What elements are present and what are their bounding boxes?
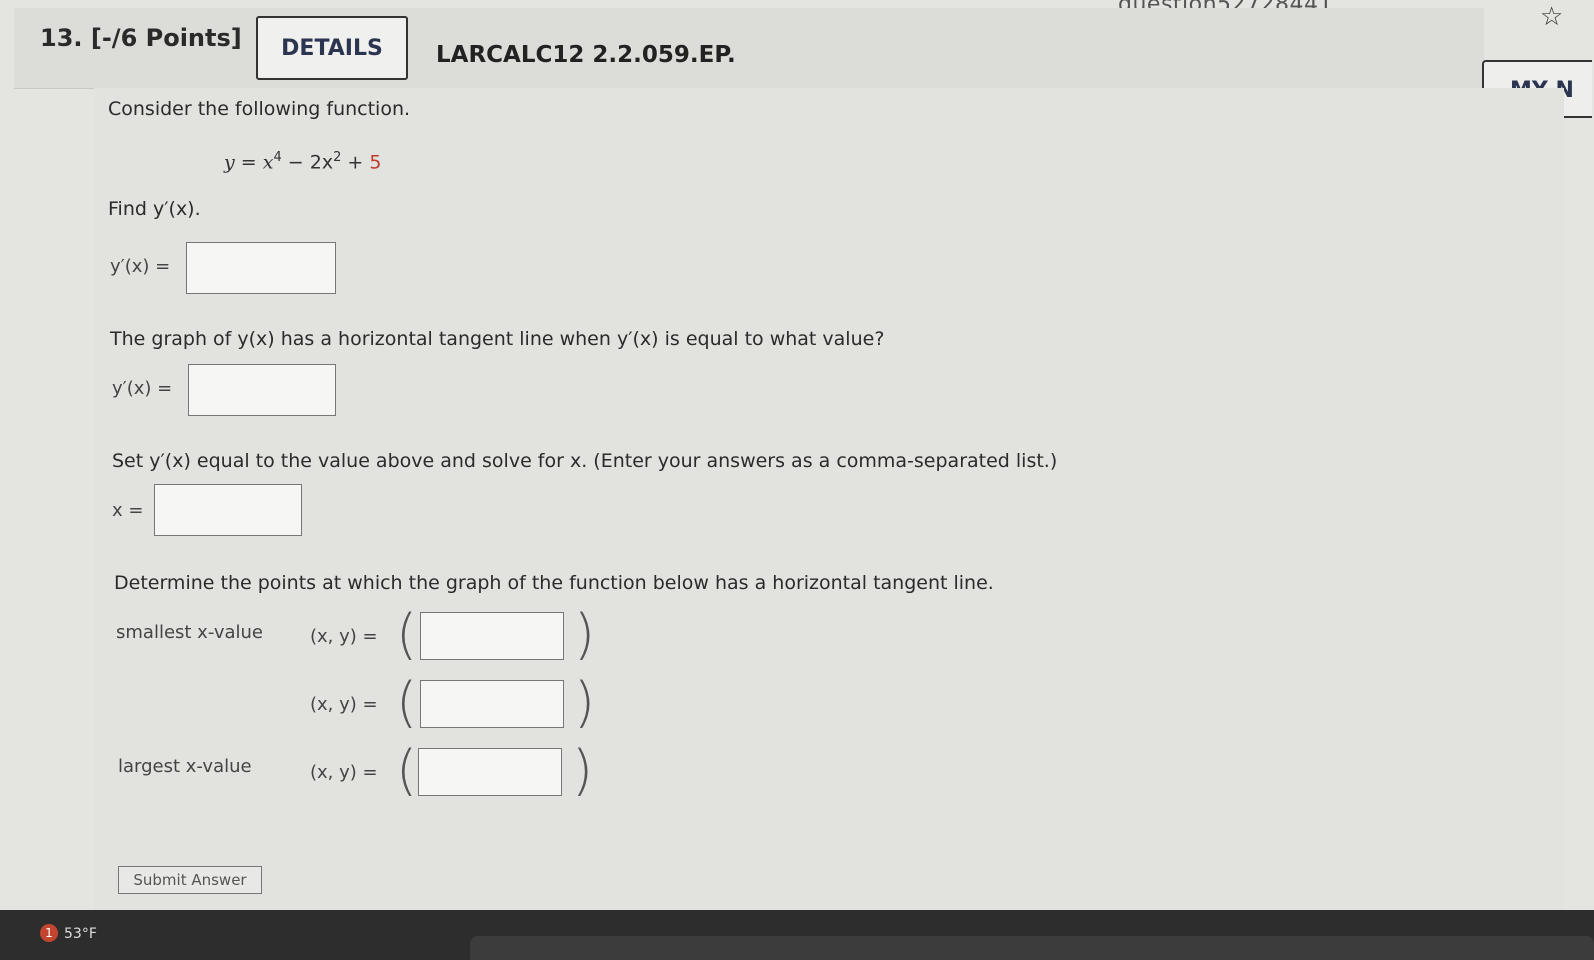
eq-exp1: 4 [273,150,282,165]
row2-close-paren: ) [574,671,596,734]
question-reference: LARCALC12 2.2.059.EP. [436,42,736,68]
question-body [94,88,1564,910]
part2-label: y′(x) = [112,378,173,399]
question-header: 13. [-/6 Points] DETAILS LARCALC12 2.2.0… [14,8,1484,89]
part2-prompt: The graph of y(x) has a horizontal tange… [110,328,885,350]
submit-answer-button[interactable]: Submit Answer [118,866,262,894]
weather-temperature[interactable]: 53°F [64,926,97,942]
row3-label: largest x-value [118,756,252,777]
part3-prompt: Set y′(x) equal to the value above and s… [112,450,1058,472]
part3-label: x = [112,500,144,521]
row3-open-paren: ( [396,739,418,802]
part1-answer-input[interactable] [186,242,336,294]
bookmark-star-icon[interactable]: ☆ [1540,2,1563,32]
row1-open-paren: ( [396,603,418,666]
intro-text: Consider the following function. [108,98,411,120]
eq-plus: + [341,151,370,174]
question-number: 13. [-/6 Points] [40,24,242,52]
part3-answer-input[interactable] [154,484,302,536]
part1-prompt: Find y′(x). [108,198,201,220]
part4-prompt: Determine the points at which the graph … [114,572,994,594]
eq-mid: − 2x [281,151,334,174]
row1-label: smallest x-value [116,622,264,643]
row1-xy-label: (x, y) = [310,626,378,647]
part1-label: y′(x) = [110,256,171,277]
eq-lhs: y = x [224,151,274,174]
row3-point-input[interactable] [418,748,562,796]
row2-xy-label: (x, y) = [310,694,378,715]
row1-point-input[interactable] [420,612,564,660]
weather-alert-icon[interactable]: 1 [40,924,58,942]
row2-point-input[interactable] [420,680,564,728]
function-equation: y = x4 − 2x2 + 5 [224,150,381,173]
row1-close-paren: ) [574,603,596,666]
row3-close-paren: ) [572,739,594,802]
part2-answer-input[interactable] [188,364,336,416]
row2-open-paren: ( [396,671,418,734]
taskbar-app-area [470,936,1594,960]
row3-xy-label: (x, y) = [310,762,378,783]
eq-constant: 5 [369,151,382,174]
details-button[interactable]: DETAILS [256,16,408,80]
